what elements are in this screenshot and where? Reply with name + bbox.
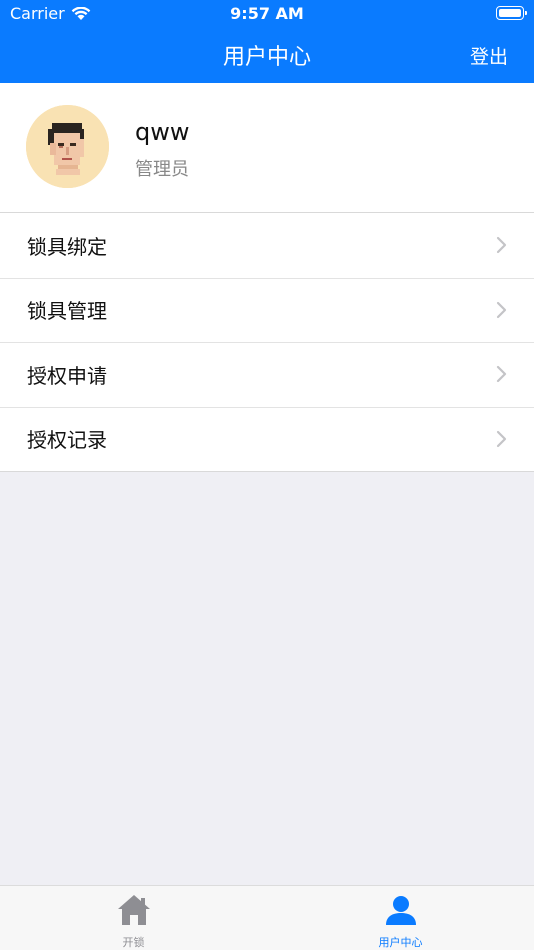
menu-item-lock-management[interactable]: 锁具管理 (0, 277, 534, 343)
menu-item-label: 授权申请 (27, 363, 107, 388)
tab-user-center[interactable]: 用户中心 (267, 886, 534, 950)
page-title: 用户中心 (222, 45, 311, 70)
tab-bar: 开锁 用户中心 (0, 885, 534, 950)
user-icon (385, 896, 416, 925)
username: qww (135, 118, 190, 146)
status-time: 9:57 AM (230, 4, 304, 23)
profile-card: qww 管理员 (0, 83, 534, 212)
battery-icon (496, 6, 527, 20)
menu-item-auth-request[interactable]: 授权申请 (0, 342, 534, 407)
chevron-right-icon (496, 366, 507, 383)
logout-button[interactable]: 登出 (470, 42, 508, 69)
menu-item-auth-records[interactable]: 授权记录 (0, 406, 534, 472)
menu-item-label: 授权记录 (27, 428, 107, 453)
tab-label: 用户中心 (378, 936, 423, 949)
tab-label: 开锁 (122, 936, 145, 949)
menu-list: 锁具绑定 锁具管理 授权申请 授权记录 (0, 212, 534, 472)
avatar (26, 105, 109, 188)
home-icon (117, 895, 150, 925)
status-bar: Carrier 9:57 AM (0, 0, 534, 28)
avatar-face-icon (26, 105, 109, 188)
menu-item-lock-binding[interactable]: 锁具绑定 (0, 213, 534, 278)
tab-unlock[interactable]: 开锁 (0, 886, 267, 950)
chevron-right-icon (496, 237, 507, 254)
user-role: 管理员 (135, 159, 189, 180)
menu-item-label: 锁具绑定 (27, 234, 107, 259)
chevron-right-icon (496, 430, 507, 447)
chevron-right-icon (496, 301, 507, 318)
menu-item-label: 锁具管理 (27, 299, 107, 324)
nav-header: Carrier 9:57 AM 用户中心 登出 (0, 0, 534, 83)
